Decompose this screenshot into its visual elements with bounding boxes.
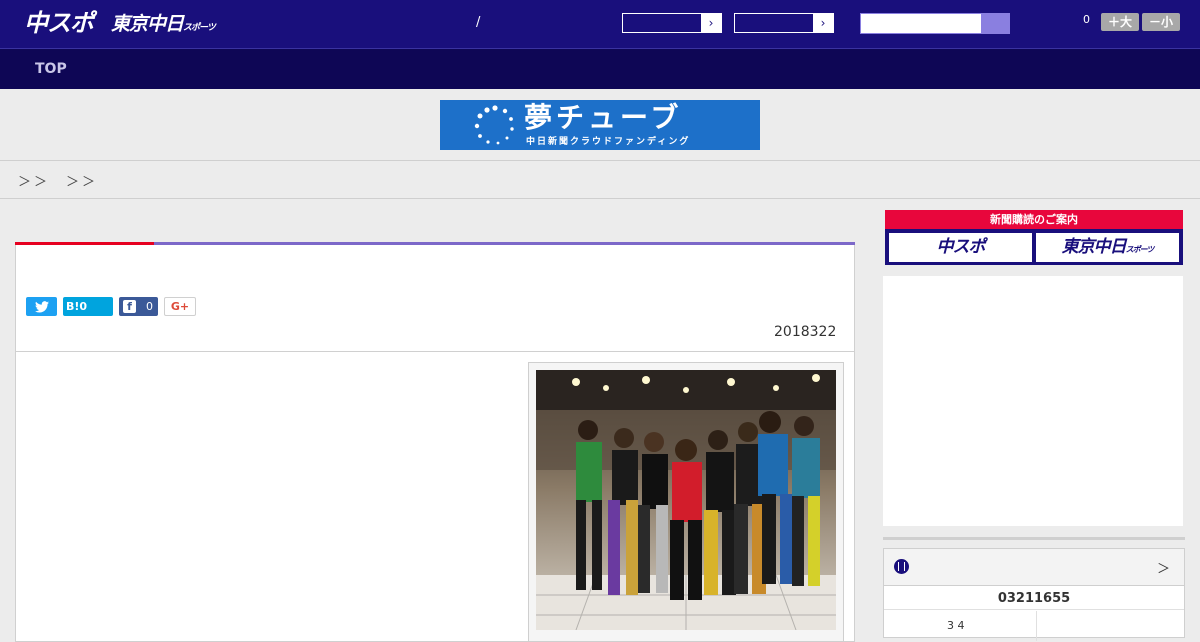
banner-subtitle: 中日新聞クラウドファンディング bbox=[526, 137, 691, 147]
subscribe-tokyo-chunichi-button[interactable]: 東京中日スポーツ bbox=[1036, 233, 1179, 262]
facebook-icon: f bbox=[123, 300, 136, 313]
dots-circle-icon bbox=[474, 105, 514, 145]
tokyo-logo-suffix: スポーツ bbox=[183, 23, 216, 33]
hatena-bookmark-button[interactable]: B!0 bbox=[63, 297, 113, 316]
article-accent-bar bbox=[15, 242, 154, 245]
newspaper-subscription-banner[interactable]: 新聞購読のご案内 中スポ 東京中日スポーツ bbox=[885, 210, 1183, 265]
divider bbox=[15, 351, 855, 352]
facebook-share-count: 0 bbox=[146, 300, 153, 313]
subscribe-tokyo-text: 東京中日 bbox=[1061, 237, 1127, 257]
chevron-right-icon[interactable]: ＞ bbox=[1157, 558, 1170, 577]
sidebar-ad[interactable] bbox=[883, 276, 1183, 526]
divider bbox=[884, 609, 1184, 610]
subscription-heading: 新聞購読のご案内 bbox=[885, 210, 1183, 229]
article-photo[interactable] bbox=[536, 370, 836, 630]
subcategory-select[interactable]: › bbox=[734, 13, 834, 33]
chevron-right-icon: › bbox=[813, 14, 833, 32]
baseball-score-panel: ＞ 03211655 3 4 bbox=[883, 548, 1185, 641]
subscribe-tokyo-suffix: スポーツ bbox=[1125, 245, 1155, 254]
chevron-right-icon: › bbox=[701, 14, 721, 32]
twitter-icon bbox=[34, 301, 49, 313]
yume-tube-banner[interactable]: 夢チューブ 中日新聞クラウドファンディング bbox=[440, 100, 760, 150]
google-plus-share-button[interactable]: G+ bbox=[164, 297, 196, 316]
banner-title: 夢チューブ bbox=[524, 101, 683, 134]
divider bbox=[0, 160, 1200, 161]
nav-item-top[interactable]: TOP bbox=[35, 61, 67, 77]
score-panel-header[interactable]: ＞ bbox=[884, 549, 1184, 586]
divider bbox=[0, 198, 1200, 199]
header-separator: / bbox=[476, 15, 481, 30]
notification-count: 0 bbox=[1083, 13, 1090, 26]
facebook-share-button[interactable]: f 0 bbox=[119, 297, 158, 316]
category-select[interactable]: › bbox=[622, 13, 722, 33]
article-accent-bar bbox=[154, 242, 855, 245]
tokyo-chunichi-logo[interactable]: 東京中日スポーツ bbox=[111, 10, 216, 42]
divider bbox=[883, 537, 1185, 540]
breadcrumb[interactable]: ＞＞ ＞＞ bbox=[18, 171, 98, 190]
twitter-share-button[interactable] bbox=[26, 297, 57, 316]
subscribe-chuspo-button[interactable]: 中スポ bbox=[889, 233, 1032, 262]
divider bbox=[1036, 611, 1037, 641]
main-nav: TOP bbox=[0, 48, 1200, 89]
search-button[interactable] bbox=[981, 14, 1009, 33]
font-larger-button[interactable]: ＋大 bbox=[1101, 13, 1139, 31]
font-smaller-button[interactable]: －小 bbox=[1142, 13, 1180, 31]
baseball-icon bbox=[894, 559, 909, 574]
article-date: 2018322 bbox=[774, 324, 837, 340]
tokyo-logo-text: 東京中日 bbox=[111, 13, 184, 35]
score-mini-value: 3 4 bbox=[947, 619, 965, 632]
search-input[interactable] bbox=[860, 13, 1010, 34]
chuspo-logo[interactable]: 中スポ bbox=[24, 7, 94, 39]
group-photo-image bbox=[536, 370, 836, 630]
score-date-title: 03211655 bbox=[997, 591, 1071, 606]
top-header: 中スポ 東京中日スポーツ / › › 0 ＋大 －小 bbox=[0, 0, 1200, 48]
